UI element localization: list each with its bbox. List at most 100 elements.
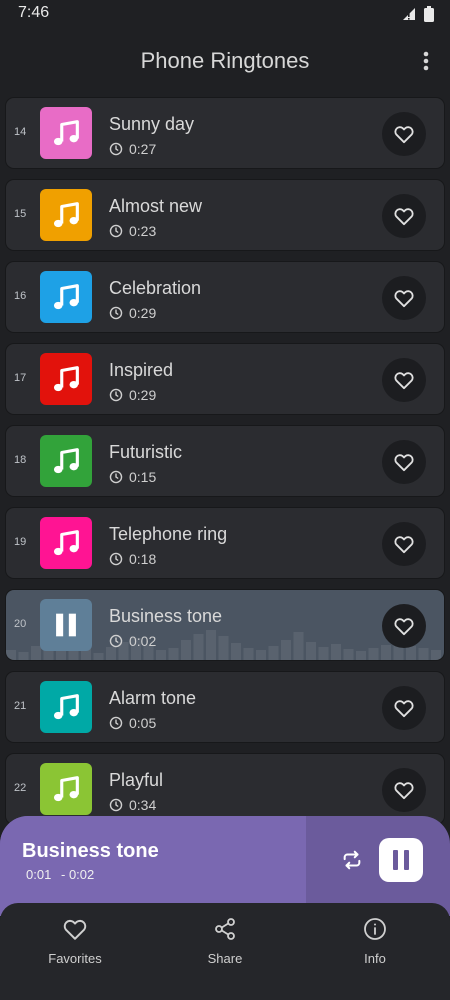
elapsed-time: 0:01 <box>26 867 52 882</box>
playback-progress <box>0 816 306 916</box>
now-playing-bar[interactable]: Business tone 0:01 - 0:02 <box>0 816 450 916</box>
nav-info[interactable]: Info <box>325 917 425 966</box>
ringtone-duration: 0:18 <box>109 551 156 567</box>
heart-icon <box>394 454 414 472</box>
favorite-button[interactable] <box>382 194 426 238</box>
clock-icon <box>109 634 123 648</box>
nav-share[interactable]: Share <box>175 917 275 966</box>
heart-icon <box>63 919 87 940</box>
duration-text: 0:15 <box>129 469 157 485</box>
ringtone-thumbnail[interactable] <box>40 435 92 487</box>
ringtone-index: 22 <box>14 782 27 794</box>
music-note-icon <box>53 120 79 146</box>
music-note-icon <box>53 530 79 556</box>
ringtone-title: Inspired <box>109 360 174 380</box>
ringtone-title: Playful <box>109 770 164 790</box>
nav-favorites[interactable]: Favorites <box>25 917 125 966</box>
repeat-icon <box>343 850 361 870</box>
ringtone-index: 15 <box>14 208 27 220</box>
ringtone-duration: 0:27 <box>109 141 156 157</box>
heart-icon <box>394 372 414 390</box>
clock-icon <box>109 716 123 730</box>
ringtone-thumbnail[interactable] <box>40 517 92 569</box>
ringtone-row[interactable]: 15 Almost new 0:23 <box>6 180 444 250</box>
favorite-button[interactable] <box>382 440 426 484</box>
status-bar: 7:46 <box>0 0 450 28</box>
ringtone-thumbnail[interactable] <box>40 681 92 733</box>
clock-icon <box>109 224 123 238</box>
music-note-icon <box>53 202 79 228</box>
status-time: 7:46 <box>18 4 50 21</box>
ringtone-thumbnail[interactable] <box>40 763 92 815</box>
ringtone-row[interactable]: 20 Business tone 0:02 <box>6 590 444 660</box>
duration-text: 0:23 <box>129 223 157 239</box>
favorite-button[interactable] <box>382 276 426 320</box>
pause-icon <box>56 613 76 637</box>
clock-icon <box>109 142 123 156</box>
heart-icon <box>394 782 414 800</box>
ringtone-duration: 0:29 <box>109 387 156 403</box>
ringtone-title: Futuristic <box>109 442 183 462</box>
duration-text: 0:18 <box>129 551 157 567</box>
clock-icon <box>109 388 123 402</box>
heart-icon <box>394 126 414 144</box>
music-note-icon <box>53 284 79 310</box>
battery-icon <box>424 6 434 22</box>
ringtone-duration: 0:34 <box>109 797 156 813</box>
music-note-icon <box>53 448 79 474</box>
duration-text: 0:02 <box>129 633 157 649</box>
ringtone-thumbnail[interactable] <box>40 189 92 241</box>
ringtone-title: Sunny day <box>109 114 195 134</box>
ringtone-row[interactable]: 22 Playful 0:34 <box>6 754 444 824</box>
nav-favorites-label: Favorites <box>48 951 102 966</box>
ringtone-row[interactable]: 18 Futuristic 0:15 <box>6 426 444 496</box>
heart-icon <box>394 290 414 308</box>
favorite-button[interactable] <box>382 112 426 156</box>
music-note-icon <box>53 776 79 802</box>
ringtone-thumbnail[interactable] <box>40 107 92 159</box>
nav-share-label: Share <box>207 951 243 966</box>
more-options-button[interactable] <box>414 46 438 76</box>
favorite-button[interactable] <box>382 768 426 812</box>
ringtone-index: 17 <box>14 372 27 384</box>
signal-icon <box>403 8 415 20</box>
music-note-icon <box>53 694 79 720</box>
remaining-time: - 0:02 <box>61 867 95 882</box>
ringtone-index: 21 <box>14 700 27 712</box>
ringtone-index: 14 <box>14 126 27 138</box>
nav-info-label: Info <box>364 951 386 966</box>
ringtone-index: 18 <box>14 454 27 466</box>
ringtone-thumbnail[interactable] <box>40 271 92 323</box>
ringtone-row[interactable]: 17 Inspired 0:29 <box>6 344 444 414</box>
ringtone-row[interactable]: 21 Alarm tone 0:05 <box>6 672 444 742</box>
ringtone-index: 19 <box>14 536 27 548</box>
clock-icon <box>109 552 123 566</box>
ringtone-row[interactable]: 14 Sunny day 0:27 <box>6 98 444 168</box>
ringtone-title: Celebration <box>109 278 202 298</box>
ringtone-title: Business tone <box>109 606 223 626</box>
ringtone-row[interactable]: 16 Celebration 0:29 <box>6 262 444 332</box>
ringtone-thumbnail[interactable] <box>40 353 92 405</box>
playing-thumbnail[interactable] <box>40 599 92 651</box>
favorite-button[interactable] <box>382 522 426 566</box>
repeat-button[interactable] <box>336 844 368 876</box>
ringtone-duration: 0:05 <box>109 715 156 731</box>
favorite-button[interactable] <box>382 604 426 648</box>
favorite-button[interactable] <box>382 358 426 402</box>
pause-button[interactable] <box>379 838 423 882</box>
duration-text: 0:34 <box>129 797 157 813</box>
favorite-button[interactable] <box>382 686 426 730</box>
heart-icon <box>394 536 414 554</box>
bottom-navigation: Favorites Share Info <box>0 903 450 1000</box>
pause-icon <box>393 850 409 870</box>
clock-icon <box>109 306 123 320</box>
ringtone-title: Telephone ring <box>109 524 228 544</box>
ringtone-index: 20 <box>14 618 27 630</box>
ringtone-duration: 0:23 <box>109 223 156 239</box>
clock-icon <box>109 470 123 484</box>
share-icon <box>215 918 235 940</box>
heart-icon <box>394 618 414 636</box>
clock-icon <box>109 798 123 812</box>
ringtone-row[interactable]: 19 Telephone ring 0:18 <box>6 508 444 578</box>
heart-icon <box>394 208 414 226</box>
